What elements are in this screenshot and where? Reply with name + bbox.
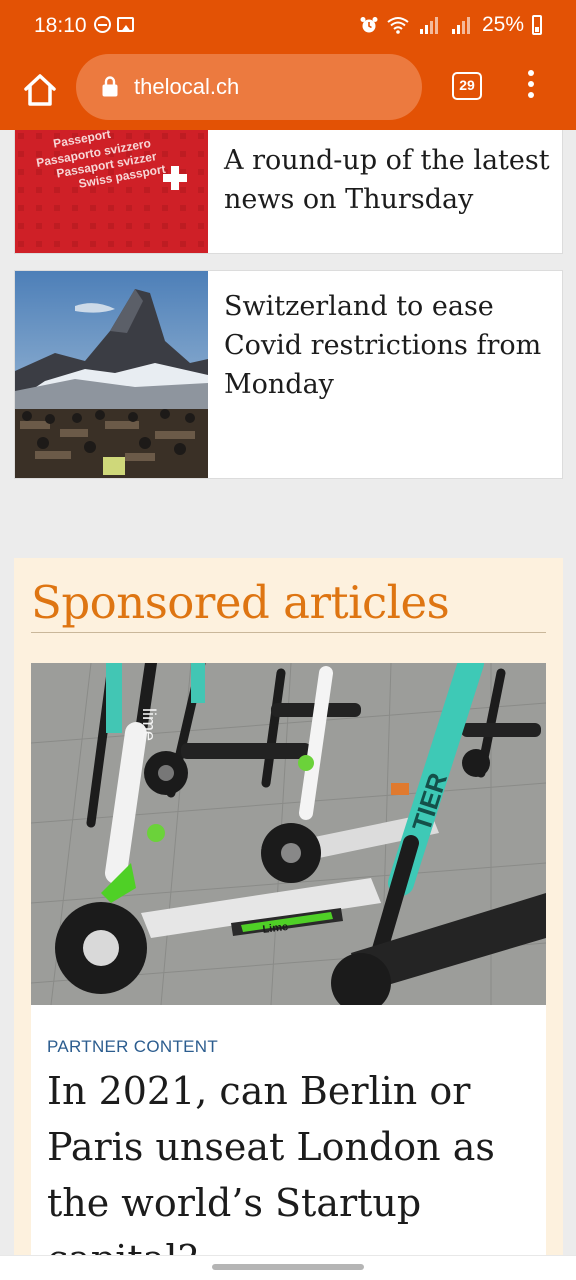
url-text[interactable]: thelocal.ch	[134, 74, 239, 100]
tab-switcher-button[interactable]: 29	[452, 72, 482, 100]
lock-icon	[102, 76, 118, 97]
url-bar[interactable]: thelocal.ch	[76, 54, 422, 120]
status-time: 18:10	[34, 14, 87, 37]
matterhorn-terrace-image[interactable]	[15, 271, 208, 478]
sponsored-heading: Sponsored articles	[31, 576, 450, 629]
signal-icon	[419, 17, 438, 34]
e-scooters-image[interactable]: Lime lime TIER	[31, 663, 546, 1005]
battery-level: 25%	[481, 13, 524, 36]
overflow-menu-icon[interactable]	[524, 70, 538, 104]
article-card[interactable]: Switzerland to ease Covid restrictions f…	[14, 270, 563, 479]
sponsored-section: Sponsored articles Lime lime TIER PARTNE…	[14, 558, 563, 1280]
image-icon	[117, 17, 134, 32]
wifi-icon	[387, 17, 409, 34]
status-bar: 18:10 25%	[0, 0, 576, 52]
alarm-icon	[360, 17, 378, 33]
sponsored-article-card[interactable]: Lime lime TIER PARTNER CONTENT In 2021, …	[31, 663, 546, 1280]
article-card[interactable]: Passeport Passaporto svizzero Passaport …	[14, 130, 563, 254]
article-title[interactable]: Switzerland to ease Covid restrictions f…	[224, 287, 550, 404]
signal-icon	[451, 17, 470, 34]
browser-toolbar: thelocal.ch 29	[0, 52, 576, 130]
partner-content-label: PARTNER CONTENT	[47, 1037, 219, 1056]
article-title[interactable]: A round-up of the latest news on Thursda…	[224, 141, 550, 219]
scooter-brand-text: lime	[139, 708, 159, 741]
home-icon[interactable]	[20, 72, 60, 108]
do-not-disturb-icon	[94, 16, 111, 33]
gesture-home-indicator[interactable]	[212, 1264, 364, 1270]
battery-icon	[532, 15, 542, 35]
sponsored-article-title[interactable]: In 2021, can Berlin or Paris unseat Lond…	[47, 1063, 534, 1280]
divider	[31, 632, 546, 633]
swiss-passport-image[interactable]: Passeport Passaporto svizzero Passaport …	[15, 130, 208, 253]
